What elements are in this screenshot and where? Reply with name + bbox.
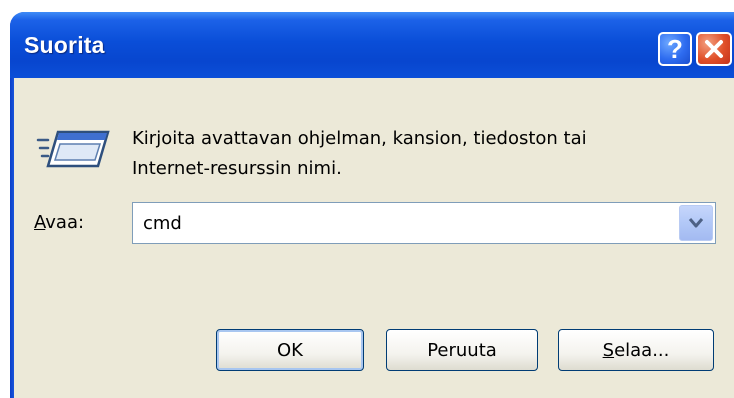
description-line-2: Internet-resurssin nimi. [132, 158, 342, 179]
browse-button-label: elaa... [614, 339, 670, 361]
open-input[interactable]: cmd [143, 213, 182, 234]
cancel-button-label: Peruuta [427, 339, 497, 361]
title-bar[interactable]: Suorita ? [10, 12, 734, 78]
dialog-body: Kirjoita avattavan ohjelman, kansion, ti… [14, 78, 734, 398]
ok-button[interactable]: OK [216, 329, 364, 371]
open-label-text: vaa: [45, 212, 85, 233]
run-icon [36, 130, 110, 168]
window-title: Suorita [24, 32, 105, 58]
open-label-accelerator: A [34, 212, 46, 233]
ok-button-label: OK [277, 339, 303, 361]
run-dialog-window: Suorita ? Kirjoita avattavan ohjelman, k… [10, 12, 734, 398]
help-icon: ? [667, 33, 683, 64]
description-line-1: Kirjoita avattavan ohjelman, kansion, ti… [132, 128, 587, 149]
cancel-button[interactable]: Peruuta [386, 329, 538, 371]
chevron-down-icon [688, 218, 704, 228]
close-button[interactable] [696, 32, 732, 66]
open-combobox[interactable]: cmd [132, 202, 716, 244]
close-icon [705, 40, 723, 58]
browse-button-accelerator: S [602, 339, 615, 361]
open-label: Avaa: [34, 212, 84, 233]
description-text: Kirjoita avattavan ohjelman, kansion, ti… [132, 124, 587, 184]
help-button[interactable]: ? [658, 32, 692, 66]
browse-button[interactable]: Selaa... [558, 329, 714, 371]
combobox-dropdown-button[interactable] [679, 205, 713, 241]
